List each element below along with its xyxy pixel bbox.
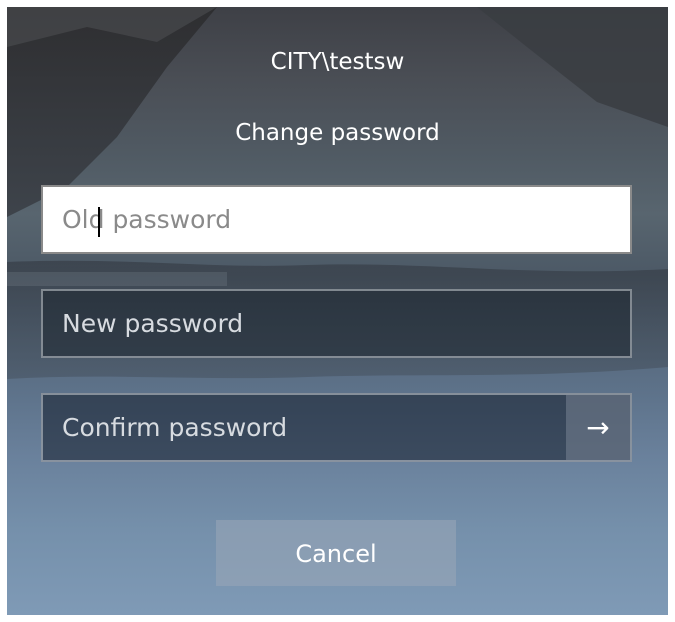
new-password-field[interactable] bbox=[41, 289, 632, 358]
old-password-input[interactable] bbox=[43, 187, 630, 252]
confirm-password-input[interactable] bbox=[43, 395, 566, 460]
username-label: CITY\testsw bbox=[270, 49, 405, 75]
dialog-title: Change password bbox=[235, 120, 440, 146]
text-caret bbox=[98, 207, 100, 237]
arrow-right-icon: → bbox=[586, 411, 610, 444]
change-password-dialog: CITY\testsw Change password → Cancel bbox=[7, 7, 668, 615]
submit-button[interactable]: → bbox=[566, 395, 630, 460]
cancel-button[interactable]: Cancel bbox=[216, 520, 456, 586]
new-password-input[interactable] bbox=[43, 291, 630, 356]
lock-screen: CITY\testsw Change password → Cancel bbox=[7, 7, 668, 615]
confirm-password-field[interactable]: → bbox=[41, 393, 632, 462]
old-password-field[interactable] bbox=[41, 185, 632, 254]
